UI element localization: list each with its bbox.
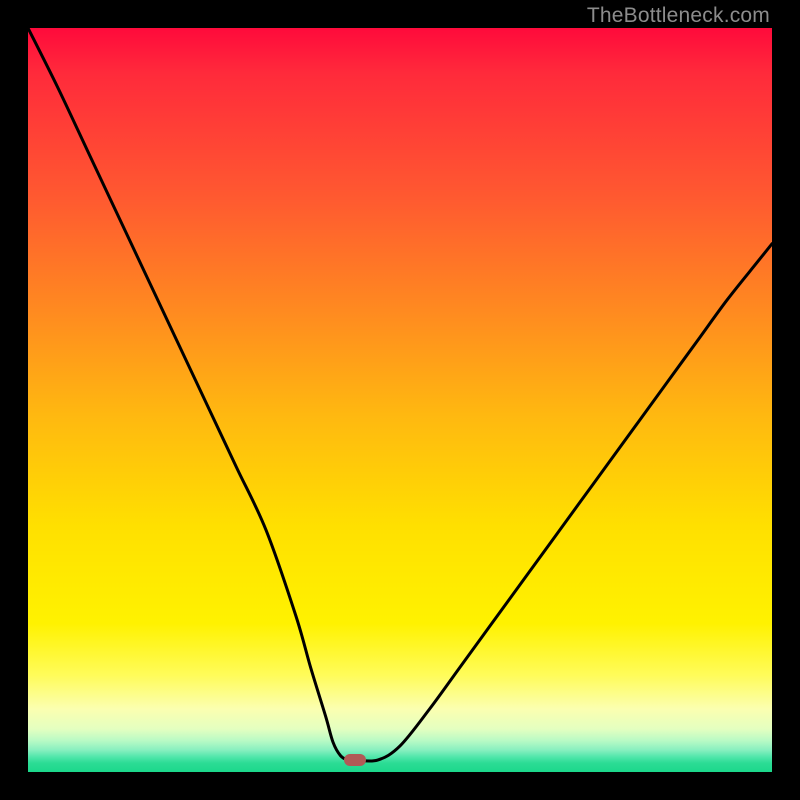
plot-area	[28, 28, 772, 772]
watermark-text: TheBottleneck.com	[587, 4, 770, 28]
bottleneck-curve	[28, 28, 772, 772]
chart-frame: TheBottleneck.com	[0, 0, 800, 800]
optimal-point-marker	[344, 754, 366, 766]
